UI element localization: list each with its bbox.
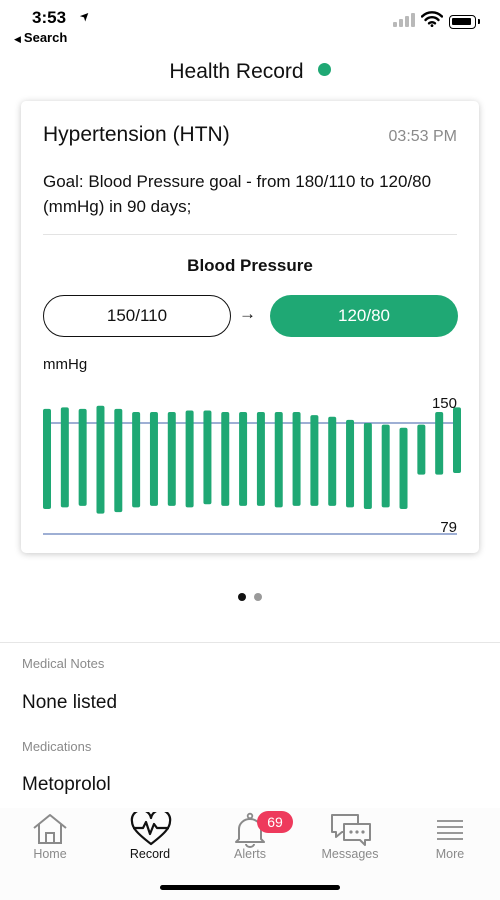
page-indicator[interactable] — [0, 588, 500, 606]
bp-range-bar[interactable] — [43, 408, 51, 509]
home-icon — [33, 814, 67, 844]
status-bar: 3:53 ➤ ◀ Search — [0, 0, 500, 48]
cellular-signal-icon — [393, 13, 415, 27]
wifi-icon — [421, 11, 443, 27]
back-to-search-button[interactable]: ◀ Search — [14, 30, 67, 45]
bp-range-bar[interactable] — [60, 407, 69, 508]
bp-range-bar[interactable] — [435, 412, 444, 475]
medical-notes-label: Medical Notes — [22, 656, 105, 671]
bp-range-bar[interactable] — [239, 412, 248, 506]
tab-record-label: Record — [129, 847, 171, 861]
page-dot-active[interactable] — [238, 593, 246, 601]
bp-range-bar[interactable] — [453, 407, 461, 474]
bp-range-bar[interactable] — [310, 415, 319, 506]
bp-range-bar[interactable] — [203, 410, 212, 505]
status-dot — [317, 63, 331, 76]
status-time: 3:53 — [32, 8, 67, 27]
bp-range-bar[interactable] — [132, 412, 141, 508]
section-divider — [0, 642, 500, 643]
tab-record[interactable]: Record — [100, 808, 200, 868]
bp-range-bar[interactable] — [185, 410, 194, 508]
condition-card[interactable]: Hypertension (HTN) 03:53 PM Goal: Blood … — [21, 101, 479, 553]
page-title: Health Record — [0, 60, 500, 84]
chat-bubbles-icon — [331, 814, 371, 846]
heart-pulse-icon — [130, 812, 172, 846]
bp-range-bar[interactable] — [399, 427, 408, 509]
tab-home[interactable]: Home — [0, 808, 100, 868]
reference-label-79: 79 — [440, 519, 457, 536]
alerts-badge: 69 — [257, 811, 293, 833]
page-dot[interactable] — [254, 593, 262, 601]
tab-alerts-label: Alerts — [234, 847, 266, 861]
bp-range-bar[interactable] — [114, 408, 123, 513]
medications-value: Metoprolol — [22, 774, 111, 795]
tab-more-label: More — [435, 847, 465, 861]
battery-icon — [449, 15, 480, 29]
location-arrow-icon: ➤ — [76, 7, 94, 25]
bp-range-bar[interactable] — [381, 424, 390, 508]
bp-range-bar[interactable] — [256, 412, 265, 506]
bp-range-bar[interactable] — [417, 424, 426, 475]
home-indicator — [160, 885, 340, 890]
tab-messages-label: Messages — [321, 847, 379, 861]
bp-range-bar[interactable] — [328, 416, 337, 506]
bp-range-bar[interactable] — [363, 423, 372, 509]
tab-alerts[interactable]: 69 Alerts — [200, 808, 300, 868]
reference-label-150: 150 — [432, 395, 457, 412]
medications-label: Medications — [22, 739, 92, 754]
bp-range-bar[interactable] — [292, 412, 301, 506]
tab-more[interactable]: More — [400, 808, 500, 868]
hamburger-icon — [437, 820, 463, 840]
bp-range-bar[interactable] — [221, 412, 230, 506]
bp-range-bar[interactable] — [346, 419, 355, 508]
tab-home-label: Home — [33, 847, 67, 861]
back-label: Search — [23, 30, 68, 45]
blood-pressure-chart[interactable]: 150 79 — [21, 101, 479, 553]
bp-range-bar[interactable] — [78, 408, 87, 506]
bp-range-bar[interactable] — [96, 405, 105, 514]
bp-range-bar[interactable] — [149, 412, 158, 506]
tab-messages[interactable]: Messages — [300, 808, 400, 868]
bp-range-bar[interactable] — [274, 412, 283, 508]
page-title-text: Health Record — [169, 60, 304, 83]
bp-range-bar[interactable] — [167, 412, 176, 506]
medical-notes-value: None listed — [22, 692, 118, 713]
back-triangle-icon: ◀ — [14, 34, 21, 44]
